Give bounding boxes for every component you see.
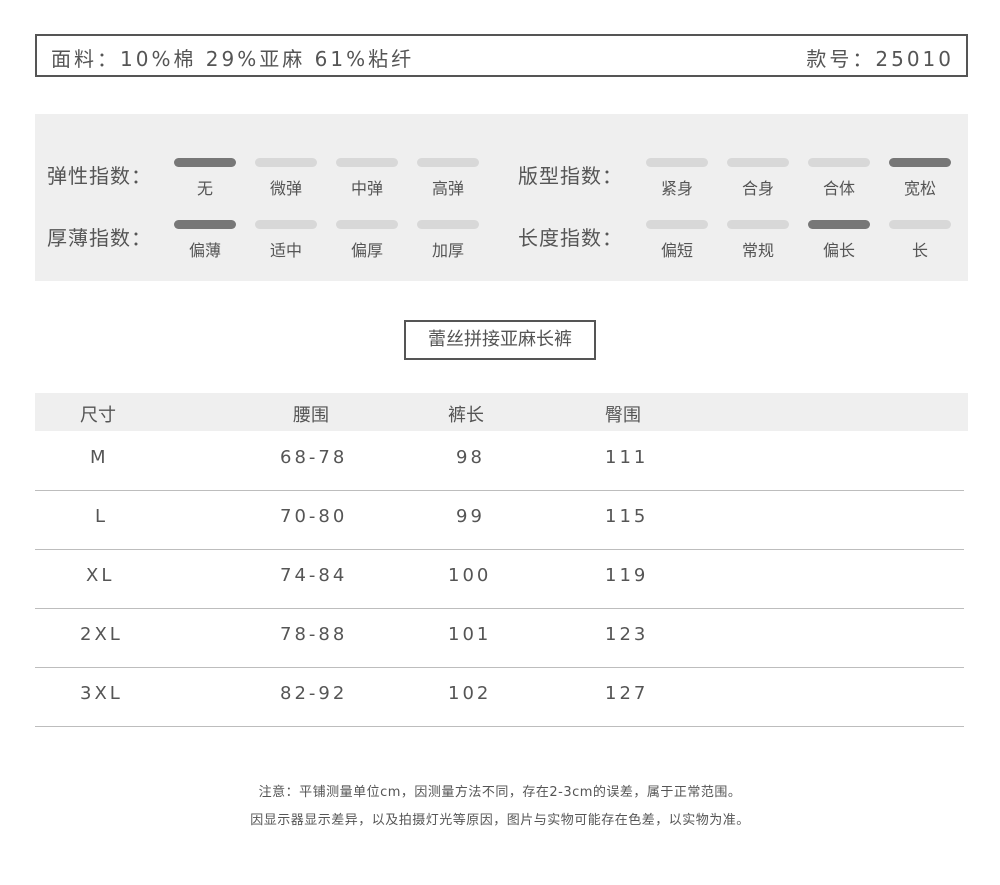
elasticity-option-2: 中弹 — [336, 158, 398, 199]
indicator-bar — [727, 158, 789, 167]
header-waist: 腰围 — [293, 405, 329, 426]
elasticity-label: 弹性指数： — [47, 164, 152, 188]
cell-size: XL — [86, 565, 115, 586]
cell-waist: 78-88 — [280, 624, 348, 645]
thickness-option-2: 偏厚 — [336, 220, 398, 261]
indicator-bar — [255, 220, 317, 229]
header-hip: 臀围 — [605, 405, 641, 426]
length-option-2: 偏长 — [808, 220, 870, 261]
cell-length: 101 — [448, 624, 492, 645]
indicator-bar — [255, 158, 317, 167]
cell-waist: 68-78 — [280, 447, 348, 468]
fit-option-1: 合身 — [727, 158, 789, 199]
option-label: 紧身 — [660, 179, 693, 198]
index-row-1: 弹性指数： 无 微弹 中弹 高弹 版型指数： 紧身 合身 合体 宽松 — [35, 158, 968, 198]
fit-option-0: 紧身 — [646, 158, 708, 199]
indicator-bar — [417, 220, 479, 229]
indicator-bar — [646, 158, 708, 167]
elasticity-option-3: 高弹 — [417, 158, 479, 199]
option-label: 偏厚 — [350, 241, 383, 260]
note-line-2: 因显示器显示差异，以及拍摄灯光等原因，图片与实物可能存在色差，以实物为准。 — [250, 813, 750, 828]
indicator-bar — [417, 158, 479, 167]
cell-size: L — [95, 506, 109, 527]
cell-hip: 127 — [605, 683, 649, 704]
length-option-1: 常规 — [727, 220, 789, 261]
option-label: 偏薄 — [188, 241, 221, 260]
table-row: 3XL 82-92 102 127 — [35, 667, 964, 727]
info-header: 面料：10%棉 29%亚麻 61%粘纤 款号：25010 — [35, 34, 968, 77]
index-row-2: 厚薄指数： 偏薄 适中 偏厚 加厚 长度指数： 偏短 常规 偏长 长 — [35, 220, 968, 260]
length-option-0: 偏短 — [646, 220, 708, 261]
option-label: 加厚 — [431, 241, 464, 260]
cell-length: 98 — [456, 447, 485, 468]
cell-length: 100 — [448, 565, 492, 586]
size-table-header: 尺寸 腰围 裤长 臀围 — [35, 393, 968, 431]
indicator-bar-active — [174, 220, 236, 229]
elasticity-option-0: 无 — [174, 158, 236, 199]
cell-waist: 82-92 — [280, 683, 348, 704]
style-number: 款号：25010 — [806, 47, 954, 71]
fit-label: 版型指数： — [518, 164, 623, 188]
option-label: 偏长 — [822, 241, 855, 260]
indicator-bar — [889, 220, 951, 229]
option-label: 中弹 — [350, 179, 383, 198]
indicator-bar — [336, 158, 398, 167]
note-line-1: 注意：平铺测量单位cm，因测量方法不同，存在2-3cm的误差，属于正常范围。 — [258, 785, 742, 800]
fabric-composition: 面料：10%棉 29%亚麻 61%粘纤 — [51, 47, 415, 71]
cell-size: 2XL — [80, 624, 123, 645]
elasticity-option-1: 微弹 — [255, 158, 317, 199]
thickness-option-0: 偏薄 — [174, 220, 236, 261]
option-label: 合体 — [822, 179, 855, 198]
option-label: 宽松 — [903, 179, 936, 198]
product-title: 蕾丝拼接亚麻长裤 — [404, 320, 596, 360]
thickness-label: 厚薄指数： — [47, 226, 152, 250]
indicator-bar-active — [808, 220, 870, 229]
cell-length: 99 — [456, 506, 485, 527]
index-panel: 弹性指数： 无 微弹 中弹 高弹 版型指数： 紧身 合身 合体 宽松 厚薄指数：… — [35, 114, 968, 281]
cell-size: 3XL — [80, 683, 123, 704]
header-length: 裤长 — [448, 405, 484, 426]
option-label: 无 — [196, 179, 213, 198]
option-label: 微弹 — [269, 179, 302, 198]
option-label: 合身 — [741, 179, 774, 198]
option-label: 长 — [911, 241, 928, 260]
cell-hip: 119 — [605, 565, 649, 586]
cell-length: 102 — [448, 683, 492, 704]
cell-waist: 70-80 — [280, 506, 348, 527]
cell-hip: 123 — [605, 624, 649, 645]
table-row: M 68-78 98 111 — [35, 431, 964, 491]
table-row: 2XL 78-88 101 123 — [35, 608, 964, 668]
indicator-bar-active — [889, 158, 951, 167]
indicator-bar — [808, 158, 870, 167]
table-row: XL 74-84 100 119 — [35, 549, 964, 609]
option-label: 高弹 — [431, 179, 464, 198]
option-label: 适中 — [269, 241, 302, 260]
header-size: 尺寸 — [80, 405, 116, 426]
thickness-option-1: 适中 — [255, 220, 317, 261]
length-label: 长度指数： — [518, 226, 623, 250]
table-row: L 70-80 99 115 — [35, 490, 964, 550]
length-option-3: 长 — [889, 220, 951, 261]
fit-option-3: 宽松 — [889, 158, 951, 199]
indicator-bar — [727, 220, 789, 229]
indicator-bar — [336, 220, 398, 229]
option-label: 常规 — [741, 241, 774, 260]
option-label: 偏短 — [660, 241, 693, 260]
indicator-bar-active — [174, 158, 236, 167]
cell-hip: 111 — [605, 447, 649, 468]
cell-hip: 115 — [605, 506, 649, 527]
indicator-bar — [646, 220, 708, 229]
fit-option-2: 合体 — [808, 158, 870, 199]
cell-size: M — [90, 447, 109, 468]
cell-waist: 74-84 — [280, 565, 348, 586]
thickness-option-3: 加厚 — [417, 220, 479, 261]
